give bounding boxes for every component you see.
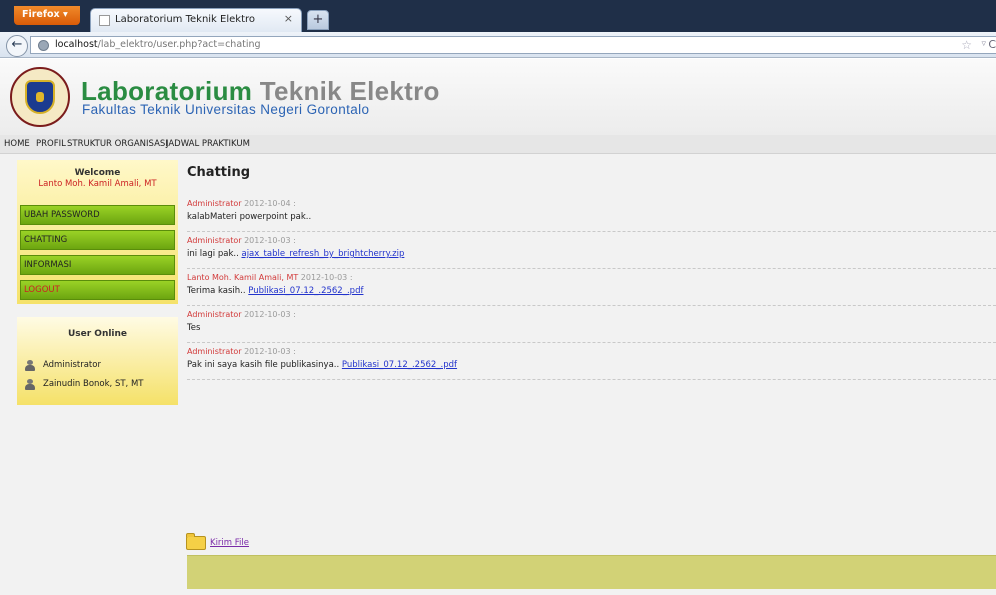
message-date: 2012-10-03 : [298,273,353,282]
message-meta: Administrator 2012-10-03 : [187,236,996,245]
seal-shield [25,80,55,114]
chat-input-area[interactable] [187,555,996,589]
user-icon [25,360,35,371]
welcome-user-name: Lanto Moh. Kamil Amali, MT [38,179,157,189]
page-icon [99,15,110,26]
message-meta: Lanto Moh. Kamil Amali, MT 2012-10-03 : [187,273,996,282]
chat-message: Administrator 2012-10-03 : ini lagi pak.… [187,232,996,269]
menu-home[interactable]: HOME [4,139,30,149]
menu-struktur-organisasi[interactable]: STRUKTUR ORGANISASI [67,139,168,149]
message-body-text: kalabMateri powerpoint pak.. [187,212,312,222]
online-user-name: Zainudin Bonok, ST, MT [43,379,144,389]
message-text: Tes [187,323,996,333]
message-date: 2012-10-03 : [241,347,296,356]
chat-message-list: Administrator 2012-10-04 : kalabMateri p… [187,195,996,380]
message-author: Administrator [187,310,242,319]
top-menu: HOME PROFIL STRUKTUR ORGANISASI JADWAL P… [0,135,996,154]
user-online-panel: User Online Administrator Zainudin Bonok… [17,317,178,405]
user-online-title: User Online [67,329,128,339]
globe-icon [38,40,49,51]
file-link[interactable]: Publikasi_07.12_.2562_.pdf [248,286,363,296]
browser-nav-bar: ← localhost/lab_elektro/user.php?act=cha… [0,32,996,58]
browser-tab[interactable]: Laboratorium Teknik Elektro × [90,8,302,32]
bookmark-star-icon[interactable]: ☆ [961,38,972,52]
history-dropdown-icon[interactable]: ▿ [981,39,986,49]
seal-emblem [36,92,44,102]
sidebar-item-logout[interactable]: LOGOUT [20,280,175,300]
url-text: localhost/lab_elektro/user.php?act=chati… [55,39,261,50]
tab-title: Laboratorium Teknik Elektro [115,14,255,25]
url-path: /lab_elektro/user.php?act=chating [97,39,261,50]
welcome-title: Welcome [74,168,121,178]
chat-message: Administrator 2012-10-04 : kalabMateri p… [187,195,996,232]
user-icon [25,379,35,390]
message-author: Lanto Moh. Kamil Amali, MT [187,273,299,282]
tab-close-icon[interactable]: × [284,12,293,25]
message-date: 2012-10-04 : [241,199,296,208]
message-body-text: Terima kasih.. [187,286,249,296]
sidebar-item-ubah-password[interactable]: UBAH PASSWORD [20,205,175,225]
chat-message: Lanto Moh. Kamil Amali, MT 2012-10-03 : … [187,269,996,306]
message-text: ini lagi pak.. ajax_table_refresh_by_bri… [187,249,996,259]
message-date: 2012-10-03 : [241,236,296,245]
site-subtitle: Fakultas Teknik Universitas Negeri Goron… [82,102,370,117]
chat-message: Administrator 2012-10-03 : Tes [187,306,996,343]
address-bar[interactable]: localhost/lab_elektro/user.php?act=chati… [30,36,996,54]
page-title: Chatting [187,165,251,180]
message-text: Pak ini saya kasih file publikasinya.. P… [187,360,996,370]
message-text: Terima kasih.. Publikasi_07.12_.2562_.pd… [187,286,996,296]
welcome-panel: Welcome Lanto Moh. Kamil Amali, MT UBAH … [17,160,178,304]
message-author: Administrator [187,236,242,245]
message-date: 2012-10-03 : [241,310,296,319]
back-button[interactable]: ← [6,35,28,57]
reload-icon[interactable]: C [988,38,996,51]
sidebar-item-chatting[interactable]: CHATTING [20,230,175,250]
message-body-text: Pak ini saya kasih file publikasinya.. [187,360,342,370]
message-body-text: Tes [187,323,201,333]
message-author: Administrator [187,347,242,356]
university-seal-logo [10,67,70,127]
chat-message: Administrator 2012-10-03 : Pak ini saya … [187,343,996,380]
message-text: kalabMateri powerpoint pak.. [187,212,996,222]
folder-icon[interactable] [186,533,206,550]
url-host: localhost [55,39,98,50]
message-author: Administrator [187,199,242,208]
file-link[interactable]: Publikasi_07.12_.2562_.pdf [342,360,457,370]
message-meta: Administrator 2012-10-03 : [187,347,996,356]
online-user-name: Administrator [43,360,101,370]
send-file-link[interactable]: Kirim File [210,538,249,548]
firefox-menu-label: Firefox [22,9,60,20]
web-page: Laboratorium Teknik Elektro Fakultas Tek… [0,59,996,595]
message-meta: Administrator 2012-10-03 : [187,310,996,319]
site-header: Laboratorium Teknik Elektro Fakultas Tek… [0,59,996,135]
menu-profil[interactable]: PROFIL [36,139,66,149]
message-body-text: ini lagi pak.. [187,249,242,259]
message-meta: Administrator 2012-10-04 : [187,199,996,208]
sidebar-item-informasi[interactable]: INFORMASI [20,255,175,275]
site-title: Laboratorium Teknik Elektro [81,77,440,105]
browser-tab-bar: Firefox ▾ Laboratorium Teknik Elektro × … [0,0,996,32]
new-tab-button[interactable]: + [307,10,329,30]
firefox-menu-button[interactable]: Firefox ▾ [14,6,80,25]
file-link[interactable]: ajax_table_refresh_by_brightcherry.zip [241,249,404,259]
menu-jadwal-praktikum[interactable]: JADWAL PRAKTIKUM [166,139,250,149]
